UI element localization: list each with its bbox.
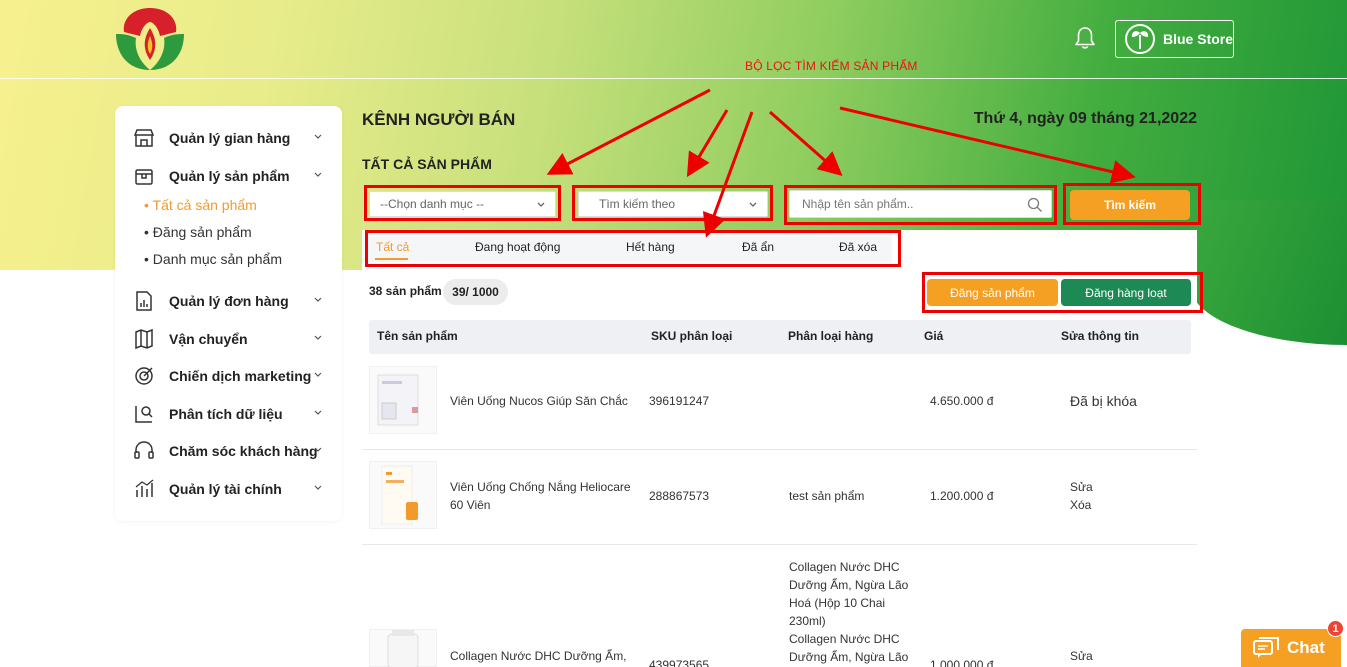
column-header-edit: Sửa thông tin [1061, 329, 1140, 343]
product-image [377, 374, 419, 426]
sidebar-item-marketing[interactable]: Chiến dịch marketing [133, 364, 328, 388]
chevron-down-icon [314, 485, 322, 490]
column-header-name: Tên sản phẩm [377, 329, 458, 343]
sidebar-item-label: Phân tích dữ liệu [169, 406, 283, 422]
page-title: KÊNH NGƯỜI BÁN [362, 110, 516, 129]
product-name[interactable]: Collagen Nước DHC Dưỡng Ẩm, [450, 647, 627, 665]
product-name[interactable]: Viên Uống Chống Nắng Heliocare 60 Viên [450, 478, 631, 514]
notification-bell-icon[interactable] [1074, 26, 1096, 50]
chevron-down-icon [314, 297, 322, 302]
analytics-icon [135, 406, 153, 423]
annotation-box-category [364, 185, 561, 221]
row-divider [362, 449, 1197, 450]
sidebar-item-shipping[interactable]: Vận chuyển [133, 327, 328, 351]
product-price: 4.650.000 đ [930, 394, 994, 408]
current-date: Thứ 4, ngày 09 tháng 21,2022 [973, 110, 1197, 127]
variant-line: Dưỡng Ẩm, Ngừa Lão [789, 578, 909, 592]
header-divider [0, 78, 1347, 79]
sidebar-item-store-management[interactable]: Quản lý gian hàng [133, 126, 328, 150]
sidebar-item-label: Quản lý tài chính [169, 481, 282, 497]
sidebar-subitem-product-categories[interactable]: • Danh mục sản phẩm [144, 251, 282, 267]
product-price: 1.200.000 đ [930, 489, 994, 503]
annotation-label: BỘ LỌC TÌM KIẾM SẢN PHẨM [745, 59, 918, 73]
sidebar-item-data-analytics[interactable]: Phân tích dữ liệu [133, 402, 328, 426]
variant-line: Dưỡng Ẩm, Ngừa Lão [789, 650, 909, 664]
variant-line: Collagen Nước DHC [789, 560, 900, 574]
product-thumbnail[interactable] [369, 629, 437, 667]
chevron-down-icon [314, 172, 322, 177]
product-variant: test sản phẩm [789, 489, 865, 503]
sidebar-subitem-all-products[interactable]: • Tất cả sản phẩm [144, 197, 257, 213]
product-locked-status: Đã bị khóa [1070, 393, 1137, 409]
target-icon [135, 367, 153, 385]
product-sku: 396191247 [649, 394, 710, 408]
annotation-box-action-buttons [922, 272, 1203, 313]
sidebar-subitem-post-product[interactable]: • Đăng sản phẩm [144, 224, 252, 240]
sidebar-item-label: Chiến dịch marketing [169, 368, 312, 384]
store-icon [133, 129, 155, 147]
sidebar-item-product-management[interactable]: Quản lý sản phẩm [133, 164, 328, 188]
column-header-price: Giá [924, 329, 944, 343]
chat-label: Chat [1287, 638, 1325, 657]
sidebar: Quản lý gian hàng Quản lý sản phẩm • Tất… [115, 106, 342, 521]
chevron-down-icon [314, 335, 322, 340]
decorative-green-shape [1190, 200, 1347, 345]
section-title: TẤT CẢ SẢN PHẨM [362, 156, 492, 172]
edit-link[interactable]: Sửa [1070, 647, 1093, 665]
sidebar-item-order-management[interactable]: Quản lý đơn hàng [133, 289, 328, 313]
product-thumbnail[interactable] [369, 366, 437, 434]
chevron-down-icon [314, 447, 322, 452]
headset-icon [134, 441, 154, 459]
sidebar-item-label: Quản lý sản phẩm [169, 168, 290, 184]
chevron-down-icon [314, 134, 322, 139]
product-name-line: 60 Viên [450, 498, 491, 512]
sidebar-item-label: Vận chuyển [169, 331, 248, 347]
chevron-down-icon [314, 372, 322, 377]
product-name-line: Viên Uống Chống Nắng Heliocare [450, 480, 631, 494]
quota-badge: 39/ 1000 [443, 279, 508, 305]
product-count: 38 sản phẩm [369, 284, 442, 298]
product-image [381, 465, 418, 525]
product-sku: 288867573 [649, 489, 710, 503]
sidebar-item-label: Quản lý gian hàng [169, 130, 291, 146]
annotation-box-search-button [1063, 183, 1201, 225]
chat-bubble-icon [1253, 637, 1279, 658]
column-header-sku: SKU phân loại [651, 329, 733, 343]
sidebar-subitem-label: Đăng sản phẩm [152, 224, 252, 240]
row-divider [362, 544, 1197, 545]
variant-line: 230ml) [789, 614, 826, 628]
annotation-box-search-by [572, 185, 773, 221]
variant-line: Hoá (Hộp 10 Chai [789, 596, 886, 610]
annotation-box-search-input [784, 185, 1057, 225]
variant-line: Collagen Nước DHC [789, 632, 900, 646]
map-icon [135, 328, 153, 350]
product-price: 1.000.000 đ [930, 658, 994, 667]
product-variant: Collagen Nước DHC Dưỡng Ẩm, Ngừa Lão Hoá… [789, 558, 908, 666]
brand-logo[interactable] [114, 6, 186, 72]
product-sku: 439973565 [649, 658, 710, 667]
store-name: Blue Store [1163, 31, 1234, 47]
sidebar-item-finance[interactable]: Quản lý tài chính [133, 477, 328, 501]
sidebar-item-customer-care[interactable]: Chăm sóc khách hàng [133, 439, 328, 463]
product-thumbnail[interactable] [369, 461, 437, 529]
product-name[interactable]: Viên Uống Nucos Giúp Săn Chắc [450, 392, 628, 410]
delete-link[interactable]: Xóa [1070, 496, 1091, 514]
sidebar-item-label: Chăm sóc khách hàng [169, 443, 318, 459]
finance-chart-icon [135, 479, 154, 497]
sidebar-subitem-label: Danh mục sản phẩm [152, 251, 282, 267]
annotation-box-tabs [365, 230, 901, 267]
edit-link[interactable]: Sửa [1070, 478, 1093, 496]
store-logo-icon [1125, 24, 1155, 54]
chat-button[interactable]: Chat [1241, 629, 1341, 667]
chevron-down-icon [314, 410, 322, 415]
chat-notification-badge: 1 [1327, 620, 1344, 637]
sidebar-item-label: Quản lý đơn hàng [169, 293, 289, 309]
box-icon [135, 169, 153, 185]
store-account-button[interactable]: Blue Store [1115, 20, 1234, 58]
sidebar-subitem-label: Tất cả sản phẩm [152, 197, 257, 213]
column-header-variant: Phân loại hàng [788, 329, 874, 343]
product-image [387, 630, 419, 667]
order-chart-icon [136, 291, 152, 311]
